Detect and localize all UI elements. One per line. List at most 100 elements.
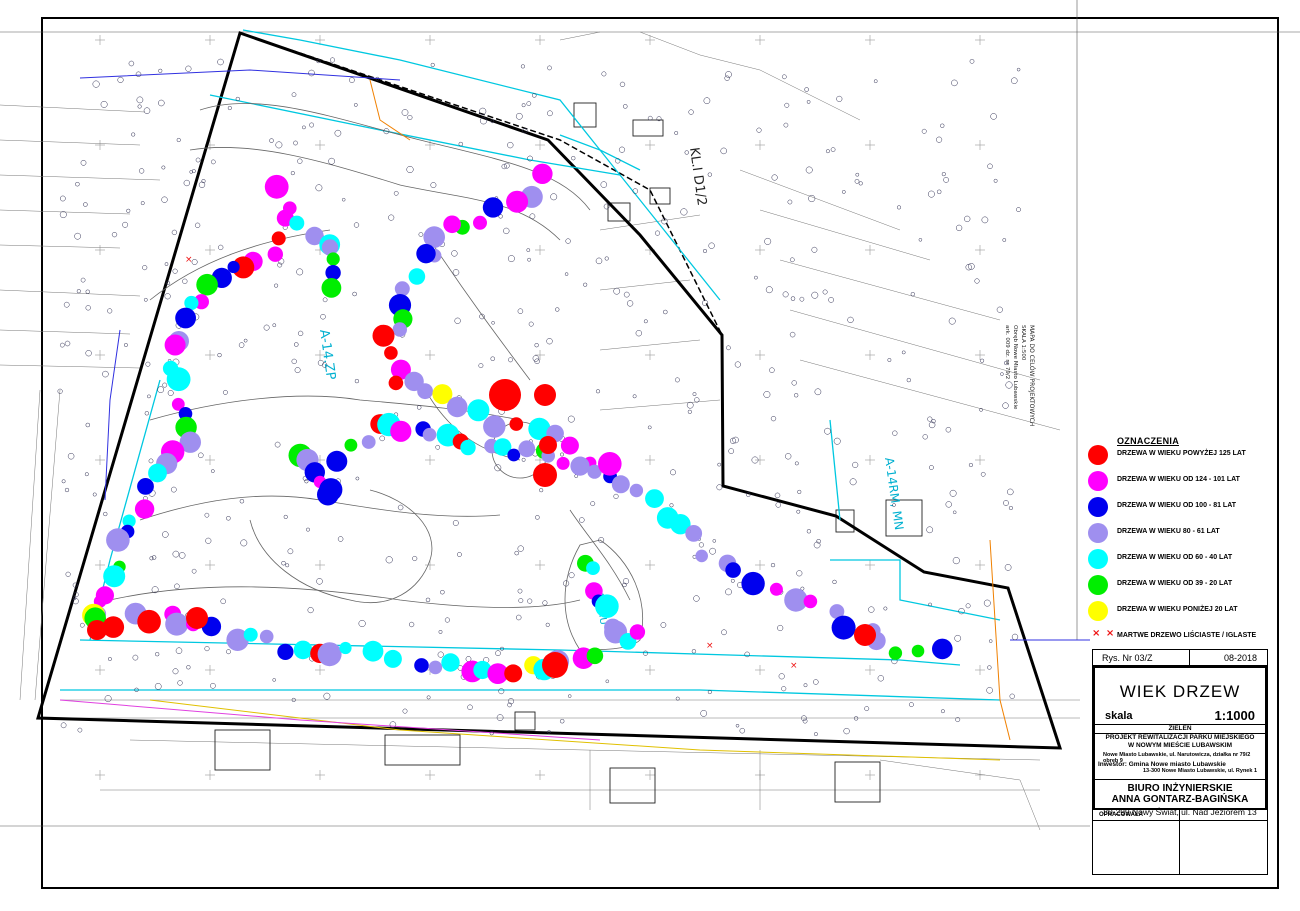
tree-age-circle [326, 450, 348, 472]
small-tree-symbol [385, 556, 393, 564]
tree-age-circle [325, 265, 341, 281]
blue-circle-icon [1088, 497, 1108, 517]
small-tree-symbol [508, 357, 513, 363]
small-tree-symbol [635, 330, 642, 337]
small-tree-symbol [958, 607, 965, 615]
legend-item-over-125: DRZEWA W WIEKU POWYŻEJ 125 LAT [1086, 444, 1296, 466]
category-label: ZIELEŃ [1168, 725, 1192, 732]
small-tree-symbol [954, 634, 962, 642]
small-tree-symbol [564, 272, 569, 276]
small-tree-symbol [769, 367, 775, 373]
small-tree-symbol [138, 168, 145, 174]
tree-age-circle [339, 641, 352, 655]
tree-age-circle [629, 483, 644, 498]
small-tree-symbol [528, 321, 534, 327]
small-tree-symbol [515, 112, 523, 120]
small-tree-symbol [291, 92, 297, 98]
small-tree-symbol [167, 390, 174, 396]
tree-age-circle [428, 660, 443, 675]
small-tree-symbol [103, 511, 108, 517]
small-tree-symbol [858, 181, 863, 186]
small-tree-symbol [778, 673, 785, 680]
tree-age-circle [542, 652, 568, 678]
small-tree-symbol [136, 96, 144, 104]
small-tree-symbol [571, 156, 576, 161]
small-tree-symbol [92, 492, 97, 497]
small-tree-symbol [674, 131, 679, 135]
scale-value: 1:1000 [1214, 708, 1255, 723]
small-tree-symbol [186, 665, 191, 670]
small-tree-symbol [687, 409, 692, 414]
small-tree-symbol [808, 194, 816, 203]
small-tree-symbol [503, 227, 510, 235]
small-tree-symbol [217, 352, 222, 358]
cyan-outlines [60, 29, 1001, 701]
tree-age-circle [196, 273, 218, 296]
tree-age-circle [416, 244, 436, 264]
small-tree-symbol [852, 461, 859, 468]
tree-age-circle [264, 174, 289, 199]
tree-age-circle [134, 499, 155, 519]
small-tree-symbol [172, 268, 178, 274]
small-tree-symbol [539, 488, 544, 493]
small-tree-symbol [700, 710, 708, 717]
small-tree-symbol [456, 552, 462, 557]
small-tree-symbol [764, 237, 772, 245]
magenta-circle-icon [1088, 471, 1108, 491]
small-tree-symbol [210, 159, 216, 165]
investor-name: Inwestor: Gmina Nowe miasto Lubawskie [1098, 761, 1226, 768]
legend: OZNACZENIA DRZEWA W WIEKU POWYŻEJ 125 LA… [1086, 436, 1286, 639]
small-tree-symbol [354, 378, 360, 384]
small-tree-symbol [936, 189, 942, 195]
legend-item-39-20: DRZEWA W WIEKU OD 39 - 20 LAT [1086, 574, 1296, 596]
small-tree-symbol [986, 687, 993, 694]
small-tree-symbol [290, 171, 295, 176]
small-tree-symbol [142, 265, 148, 271]
small-tree-symbol [527, 257, 531, 262]
tree-age-circle [390, 420, 412, 442]
small-tree-symbol [444, 617, 450, 623]
small-tree-symbol [825, 149, 830, 154]
small-tree-symbol [67, 452, 75, 460]
legend-item-dead-tree: × × MARTWE DRZEWO LIŚCIASTE / IGLASTE [1092, 628, 1257, 639]
small-tree-symbol [908, 702, 914, 708]
small-tree-symbol [721, 629, 727, 636]
small-tree-symbol [771, 174, 778, 181]
small-tree-symbol [797, 489, 802, 494]
small-tree-symbol [841, 190, 846, 194]
map-note-district: Obręb Nowe Miasto Lubawskie [1012, 325, 1018, 410]
small-tree-symbol [274, 283, 279, 288]
small-tree-symbol [155, 652, 160, 657]
small-tree-symbol [334, 129, 342, 137]
small-tree-symbol [102, 370, 109, 378]
small-tree-symbol [520, 64, 525, 69]
small-tree-symbol [164, 293, 171, 300]
small-tree-symbol [478, 363, 484, 369]
small-tree-symbol [595, 257, 603, 265]
small-tree-symbol [535, 515, 540, 520]
small-tree-symbol [144, 411, 149, 416]
small-tree-symbol [59, 211, 67, 219]
small-tree-symbol [147, 394, 151, 399]
tree-age-circle [326, 252, 340, 266]
small-tree-symbol [955, 224, 963, 232]
small-tree-symbol [813, 732, 818, 737]
small-tree-symbol [107, 657, 112, 661]
small-tree-symbol [177, 680, 183, 686]
tree-age-circle [361, 435, 376, 449]
small-tree-symbol [756, 127, 762, 133]
small-tree-symbol [401, 109, 409, 116]
small-tree-symbol [226, 649, 231, 655]
small-tree-symbol [111, 231, 118, 238]
tree-age-circle [137, 478, 154, 495]
small-tree-symbol [521, 457, 526, 462]
small-tree-symbol [730, 578, 735, 583]
small-tree-symbol [517, 588, 523, 594]
small-tree-symbol [728, 448, 735, 454]
tree-age-circle [560, 436, 579, 455]
tree-age-circle [392, 322, 407, 337]
small-tree-symbol [77, 727, 83, 733]
office-name: BIURO INŻYNIERSKIE [1127, 783, 1233, 794]
small-tree-symbol [670, 469, 676, 476]
small-tree-symbol [941, 172, 946, 177]
